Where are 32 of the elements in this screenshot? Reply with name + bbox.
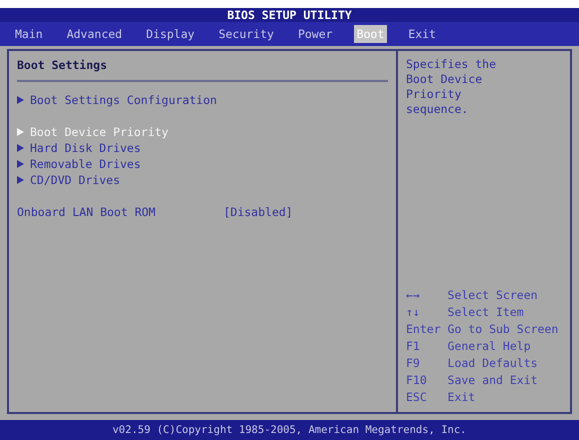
- menu-tab[interactable]: Display: [143, 25, 198, 43]
- menu-tab[interactable]: Advanced: [64, 25, 126, 43]
- menu-item[interactable]: Removable Drives: [17, 156, 388, 172]
- key-description: Select Item: [448, 304, 524, 321]
- menu-tab[interactable]: Main: [12, 25, 46, 43]
- menu-item[interactable]: Boot Device Priority: [17, 124, 388, 140]
- key-label: F1: [406, 338, 421, 355]
- key-label: ESC: [406, 389, 428, 406]
- key-description: Load Defaults: [448, 355, 538, 372]
- panel-title: Boot Settings: [17, 57, 388, 82]
- status-bar: v02.59 (C)Copyright 1985-2005, American Megatrends, Inc.: [0, 420, 579, 440]
- key-label: Enter: [406, 321, 442, 338]
- key-description: Save and Exit: [448, 372, 538, 389]
- window-title: BIOS SETUP UTILITY: [0, 8, 579, 22]
- triangle-icon: [17, 96, 24, 104]
- menu-item[interactable]: Boot Settings Configuration: [17, 92, 388, 108]
- key-description: General Help: [448, 338, 531, 355]
- key-description: Go to Sub Screen: [448, 321, 558, 338]
- key-description: Select Screen: [448, 287, 538, 304]
- setting-value[interactable]: [Disabled]: [223, 204, 293, 220]
- menu-tab[interactable]: Power: [294, 25, 336, 43]
- key-label: F9: [406, 355, 421, 372]
- key-label: F10: [406, 372, 428, 389]
- menu-item[interactable]: CD/DVD Drives: [17, 172, 388, 188]
- key-label: ↑↓: [406, 304, 421, 321]
- menu-item[interactable]: Onboard LAN Boot ROM [Disabled]: [17, 204, 388, 220]
- key-label: ←→: [406, 287, 421, 304]
- menu-tab[interactable]: Exit: [405, 25, 439, 43]
- key-description: Exit: [448, 389, 476, 406]
- help-text: Specifies the Boot Device Priority sequence.: [406, 57, 498, 117]
- menu-item[interactable]: Hard Disk Drives: [17, 140, 388, 156]
- menu-tab[interactable]: Security: [216, 25, 277, 43]
